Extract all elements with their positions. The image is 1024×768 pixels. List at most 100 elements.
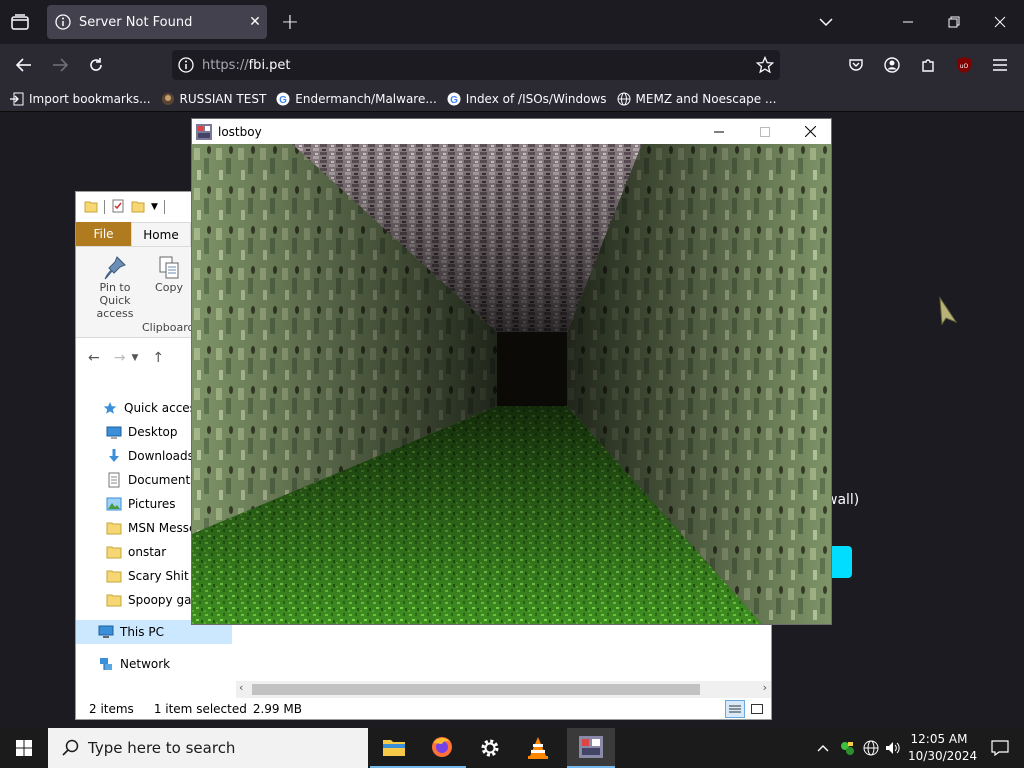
close-tab-icon[interactable]: ✕ <box>243 14 267 30</box>
chevron-left-icon[interactable]: ‹ <box>239 681 243 694</box>
extensions-button[interactable] <box>916 53 940 77</box>
close-window-button[interactable] <box>988 10 1012 34</box>
notifications-button[interactable] <box>976 728 1024 768</box>
arrow-right-icon[interactable]: → <box>114 350 126 366</box>
nav-label: MSN Messe <box>128 521 197 535</box>
properties-icon[interactable] <box>111 198 125 217</box>
back-button[interactable] <box>12 53 36 77</box>
tray-app-button[interactable] <box>836 728 858 768</box>
svg-text:uO: uO <box>960 63 969 70</box>
reload-button[interactable] <box>84 53 108 77</box>
info-icon <box>55 14 71 30</box>
folder-icon <box>106 520 122 536</box>
details-view-icon[interactable] <box>725 700 745 718</box>
bookmark-import[interactable]: Import bookmarks... <box>10 92 151 106</box>
import-icon <box>10 92 24 106</box>
ublock-icon: uO <box>957 57 971 73</box>
bookmark-endermanch[interactable]: G Endermanch/Malware... <box>276 92 437 106</box>
ublock-button[interactable]: uO <box>952 53 976 77</box>
network-tray-button[interactable] <box>860 728 882 768</box>
chevron-down-icon[interactable]: ▼ <box>151 202 158 212</box>
bookmark-russian-test[interactable]: RUSSIAN TEST <box>161 92 266 106</box>
bookmark-star-icon[interactable] <box>756 56 774 74</box>
selection-count: 1 item selected <box>153 702 247 716</box>
url-bar[interactable]: https://fbi.pet <box>172 50 780 80</box>
clock-time: 12:05 AM <box>910 732 968 746</box>
copy-button[interactable]: Copy <box>154 255 184 294</box>
globe-icon <box>863 740 879 756</box>
large-icons-view-icon[interactable] <box>749 701 765 717</box>
arrow-right-icon <box>53 58 68 72</box>
url-text[interactable]: https://fbi.pet <box>202 58 291 73</box>
tab-server-not-found[interactable]: Server Not Found ✕ <box>47 5 267 39</box>
file-explorer-taskbar-button[interactable] <box>370 728 418 768</box>
game-viewport[interactable] <box>192 144 831 624</box>
desktop-icon <box>106 424 122 440</box>
minimize-icon <box>714 131 724 132</box>
chrome-favicon: G <box>447 92 461 106</box>
scrollbar-thumb[interactable] <box>252 684 700 695</box>
settings-taskbar-button[interactable] <box>466 728 514 768</box>
pin-label: Pin to Quick access <box>96 281 134 320</box>
vlc-taskbar-button[interactable] <box>514 728 562 768</box>
pin-icon <box>104 256 126 280</box>
nav-label: Pictures <box>128 497 176 511</box>
site-icon <box>161 92 175 106</box>
bookmark-memz[interactable]: MEMZ and Noescape ... <box>617 92 776 106</box>
arrow-left-icon[interactable]: ← <box>88 350 100 366</box>
new-tab-button[interactable]: + <box>278 10 302 35</box>
nav-item-network[interactable]: Network <box>76 652 232 676</box>
minimize-button[interactable] <box>896 10 920 34</box>
volume-tray-button[interactable] <box>882 728 904 768</box>
tab-file[interactable]: File <box>76 222 131 246</box>
bookmark-label: Index of /ISOs/Windows <box>465 91 607 106</box>
document-icon <box>106 472 122 488</box>
folder-icon <box>106 544 122 560</box>
maximize-button[interactable] <box>742 119 788 144</box>
minimize-button[interactable] <box>696 119 742 144</box>
horizontal-scrollbar[interactable]: ‹ › <box>236 681 771 698</box>
windows-logo-icon <box>16 740 32 756</box>
close-button[interactable] <box>788 119 832 144</box>
folder-icon[interactable] <box>84 198 98 217</box>
hamburger-icon <box>993 59 1007 71</box>
folder-icon <box>106 568 122 584</box>
close-icon <box>994 16 1006 28</box>
tray-app-icon <box>841 742 854 755</box>
separator <box>104 200 105 214</box>
folder-icon <box>106 592 122 608</box>
pocket-button[interactable] <box>844 53 868 77</box>
pin-to-quick-access-button[interactable]: Pin to Quick access <box>82 255 148 320</box>
account-button[interactable] <box>880 53 904 77</box>
lostboy-window: lostboy <box>191 118 832 625</box>
nav-label: Network <box>120 657 171 671</box>
new-folder-icon[interactable] <box>131 198 145 217</box>
try-again-button[interactable] <box>830 546 852 578</box>
minimize-icon <box>903 21 913 23</box>
notification-icon <box>991 740 1009 756</box>
restore-button[interactable] <box>942 10 966 34</box>
lostboy-taskbar-button[interactable] <box>567 728 615 768</box>
tab-title: Server Not Found <box>79 14 193 30</box>
start-button[interactable] <box>0 728 48 768</box>
browser-tab-bar: Server Not Found ✕ + <box>0 0 1024 44</box>
list-all-tabs-button[interactable] <box>8 11 32 33</box>
firefox-taskbar-button[interactable] <box>418 728 466 768</box>
forward-button[interactable] <box>48 53 72 77</box>
arrow-up-icon[interactable]: ↑ <box>152 350 164 366</box>
chevron-down-icon[interactable] <box>814 12 838 32</box>
tab-home[interactable]: Home <box>131 222 191 246</box>
taskbar-search-box[interactable]: Type here to search <box>48 728 368 768</box>
chevron-right-icon[interactable]: › <box>763 681 767 694</box>
taskbar-clock[interactable]: 12:05 AM 10/30/2024 <box>908 731 977 765</box>
file-explorer-icon <box>383 740 405 756</box>
search-icon <box>62 739 79 756</box>
show-hidden-icons-button[interactable] <box>814 728 832 768</box>
url-host: fbi.pet <box>248 57 291 73</box>
info-icon[interactable] <box>178 57 194 73</box>
firefox-icon <box>432 737 452 757</box>
menu-button[interactable] <box>988 53 1012 77</box>
bookmark-index-isos[interactable]: G Index of /ISOs/Windows <box>447 92 607 106</box>
chevron-down-icon[interactable]: ▼ <box>131 353 138 363</box>
lostboy-title-bar[interactable]: lostboy <box>192 119 831 144</box>
